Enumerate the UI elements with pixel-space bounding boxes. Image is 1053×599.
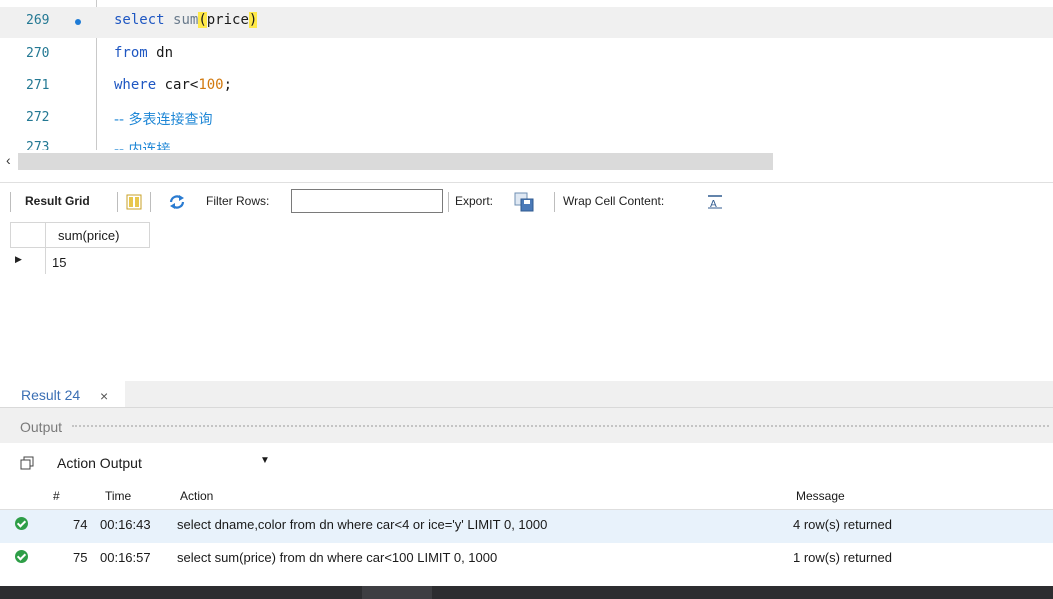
row-num: 75 — [73, 550, 88, 565]
scrollbar-thumb[interactable] — [18, 153, 773, 170]
success-check-icon — [15, 550, 28, 563]
filter-rows-label: Filter Rows: — [206, 194, 270, 208]
grid-corner — [10, 222, 46, 248]
row-time: 00:16:43 — [100, 517, 151, 532]
grid-cell[interactable]: 15 — [52, 255, 66, 270]
row-indicator[interactable]: ▶ — [10, 248, 46, 274]
status-segment — [362, 586, 432, 599]
row-message: 1 row(s) returned — [793, 550, 892, 565]
filter-rows-input[interactable] — [291, 189, 443, 213]
toolbar-divider — [117, 192, 118, 212]
bottom-status-bar — [0, 586, 1053, 599]
refresh-icon[interactable] — [168, 194, 186, 210]
statement-marker-icon[interactable] — [75, 19, 81, 25]
scroll-left-icon[interactable]: ‹ — [6, 152, 11, 168]
output-table-header: # Time Action Message — [0, 484, 1053, 510]
export-label: Export: — [455, 194, 494, 208]
header-time[interactable]: Time — [105, 489, 131, 503]
code-line-270[interactable]: 270 from dn — [0, 40, 1053, 71]
row-time: 00:16:57 — [100, 550, 151, 565]
toolbar-divider — [448, 192, 449, 212]
toolbar-divider — [554, 192, 555, 212]
toolbar-divider — [10, 192, 11, 212]
header-action[interactable]: Action — [180, 489, 213, 503]
output-action-bar: Action Output ▼ — [0, 443, 1053, 483]
code-comment: -- 内连接 — [114, 142, 171, 150]
form-editor-icon[interactable] — [126, 194, 142, 210]
success-check-icon — [15, 517, 28, 530]
code-line-272[interactable]: 272 -- 多表连接查询 — [0, 104, 1053, 135]
result-tab-strip — [125, 381, 1053, 407]
copy-icon[interactable] — [20, 456, 34, 470]
output-label: Output — [20, 419, 63, 435]
wrap-text-icon[interactable]: A — [707, 195, 723, 209]
code-text: select sum(price) — [114, 12, 258, 28]
line-number: 272 — [26, 110, 50, 125]
tab-label: Result 24 — [21, 387, 81, 403]
output-row[interactable]: 75 00:16:57 select sum(price) from dn wh… — [0, 543, 1053, 576]
header-message[interactable]: Message — [796, 489, 845, 503]
result-grid-button[interactable]: Result Grid — [25, 194, 90, 208]
code-comment: -- 多表连接查询 — [114, 112, 213, 128]
code-line-269[interactable]: 269 select sum(price) — [0, 7, 1053, 38]
row-action: select dname,color from dn where car<4 o… — [177, 517, 548, 532]
editor-horizontal-scrollbar[interactable]: ‹ — [0, 150, 1053, 172]
line-number: 271 — [26, 78, 50, 93]
code-line-273[interactable]: 273 -- 内连接 — [0, 134, 1053, 150]
row-action: select sum(price) from dn where car<100 … — [177, 550, 498, 565]
line-number: 269 — [26, 13, 50, 28]
panel-grip[interactable] — [72, 425, 1049, 427]
line-number: 273 — [26, 140, 50, 150]
header-num[interactable]: # — [53, 489, 60, 503]
column-header-sum-price[interactable]: sum(price) — [46, 222, 150, 248]
chevron-down-icon[interactable]: ▼ — [260, 455, 270, 466]
output-row[interactable]: 74 00:16:43 select dname,color from dn w… — [0, 510, 1053, 543]
output-panel-header: Output — [0, 407, 1053, 443]
code-text: where car<100; — [114, 77, 233, 93]
close-tab-icon[interactable]: × — [100, 388, 108, 404]
code-text: from dn — [114, 45, 174, 61]
row-message: 4 row(s) returned — [793, 517, 892, 532]
line-number: 270 — [26, 46, 50, 61]
output-type-select[interactable]: Action Output — [57, 455, 142, 471]
tab-result-24[interactable]: Result 24 × — [0, 381, 125, 407]
row-num: 74 — [73, 517, 88, 532]
code-line-271[interactable]: 271 where car<100; — [0, 72, 1053, 103]
sql-editor[interactable]: 269 select sum(price) 270 from dn 271 wh… — [0, 0, 1053, 150]
result-toolbar: Result Grid Filter Rows: Export: Wrap Ce… — [0, 182, 1053, 220]
wrap-cell-content-label: Wrap Cell Content: — [563, 194, 665, 208]
current-row-icon: ▶ — [15, 254, 22, 264]
toolbar-divider — [150, 192, 151, 212]
export-icon[interactable] — [514, 192, 534, 212]
